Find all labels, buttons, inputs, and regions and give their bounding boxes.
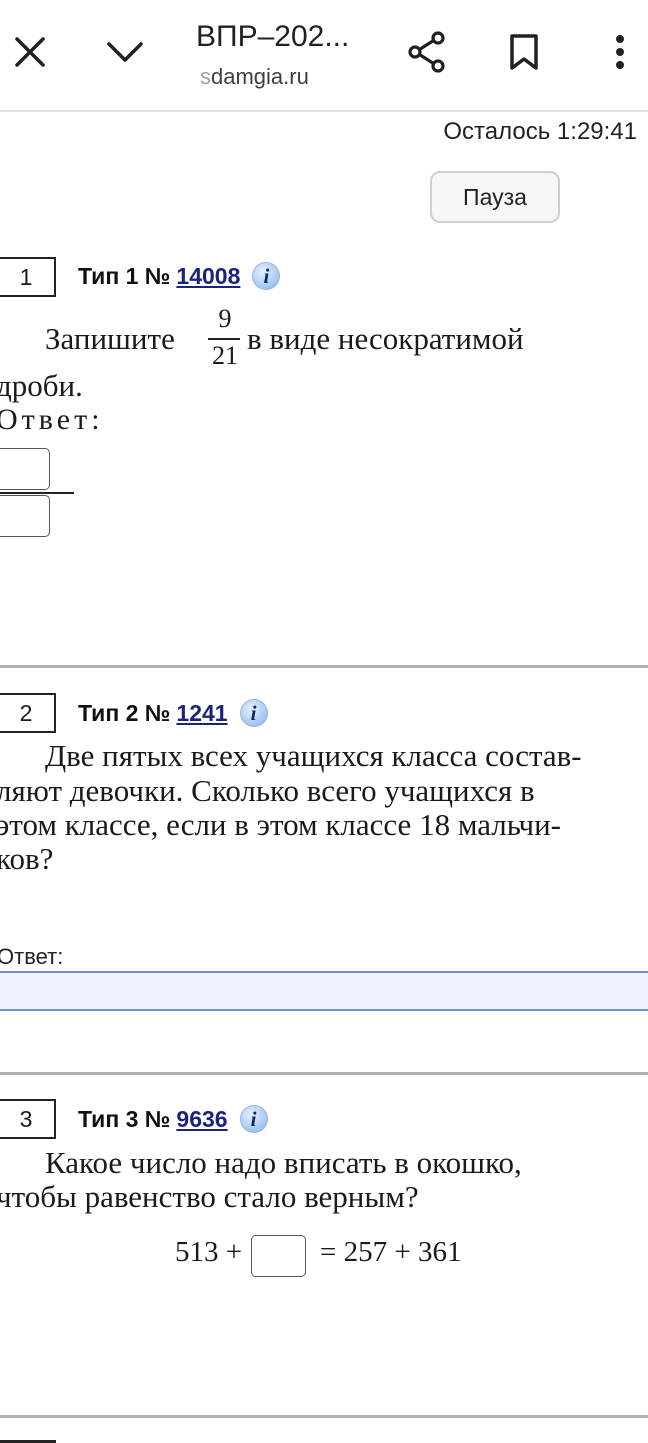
question-text: Какое число надо вписать в окошко, [45,1145,522,1180]
fraction-numerator: 9 [218,304,232,333]
question-id-link[interactable]: 9636 [176,1106,227,1133]
equation-right: = 257 + 361 [320,1236,462,1268]
denominator-input[interactable] [0,495,50,537]
fraction-bar [208,338,240,340]
page-title[interactable]: ВПР–202... [196,20,349,54]
answer-fraction-bar [0,492,74,494]
equation-left: 513 + [175,1236,243,1268]
question-text: в виде несократимой [247,321,524,356]
answer-label: Ответ: [0,944,64,969]
chevron-down-icon[interactable] [95,22,155,82]
info-icon[interactable]: i [239,1105,268,1133]
browser-toolbar: ВПР–202... sdamgia.ru [0,0,648,112]
timer-text: Осталось 1:29:41 [443,118,637,145]
close-icon[interactable] [0,22,60,82]
question-divider [0,665,648,668]
question-divider [0,1072,648,1075]
question-header: Тип 3 № 9636 i [78,1105,268,1133]
info-icon[interactable]: i [239,699,268,727]
question-divider [0,1415,648,1418]
info-icon[interactable]: i [252,262,281,290]
question-text: ляют девочки. Сколько всего учащихся в [0,773,535,808]
question-number-box: 3 [0,1099,56,1139]
question-text: дроби. [0,368,83,403]
question-text: этом классе, если в этом классе 18 мальч… [0,807,562,842]
question-text: Запишите [45,321,175,356]
question-number-box: 1 [0,257,56,297]
question-header: Тип 1 № 14008 i [78,262,281,290]
question-text: чтобы равенство стало верным? [0,1179,419,1214]
page-url[interactable]: sdamgia.ru [200,64,309,90]
share-icon[interactable] [397,22,457,82]
question-id-link[interactable]: 1241 [176,700,227,727]
question-type-label: Тип 2 № [78,699,171,726]
question-header: Тип 2 № 1241 i [78,699,268,727]
question-number-box: 2 [0,693,56,733]
question-id-link[interactable]: 14008 [176,263,240,290]
question-text: ков? [0,841,54,876]
bookmark-icon[interactable] [494,22,554,82]
question-text: Две пятых всех учащихся класса состав- [45,738,582,773]
answer-input[interactable] [0,971,648,1011]
answer-label: Ответ: [0,403,104,436]
more-vert-icon[interactable] [590,22,648,82]
equation-input[interactable] [251,1235,306,1277]
numerator-input[interactable] [0,448,50,490]
pause-button[interactable]: Пауза [430,171,560,223]
question-type-label: Тип 3 № [78,1105,171,1132]
question-type-label: Тип 1 № [78,262,171,289]
fraction-denominator: 21 [212,341,238,370]
